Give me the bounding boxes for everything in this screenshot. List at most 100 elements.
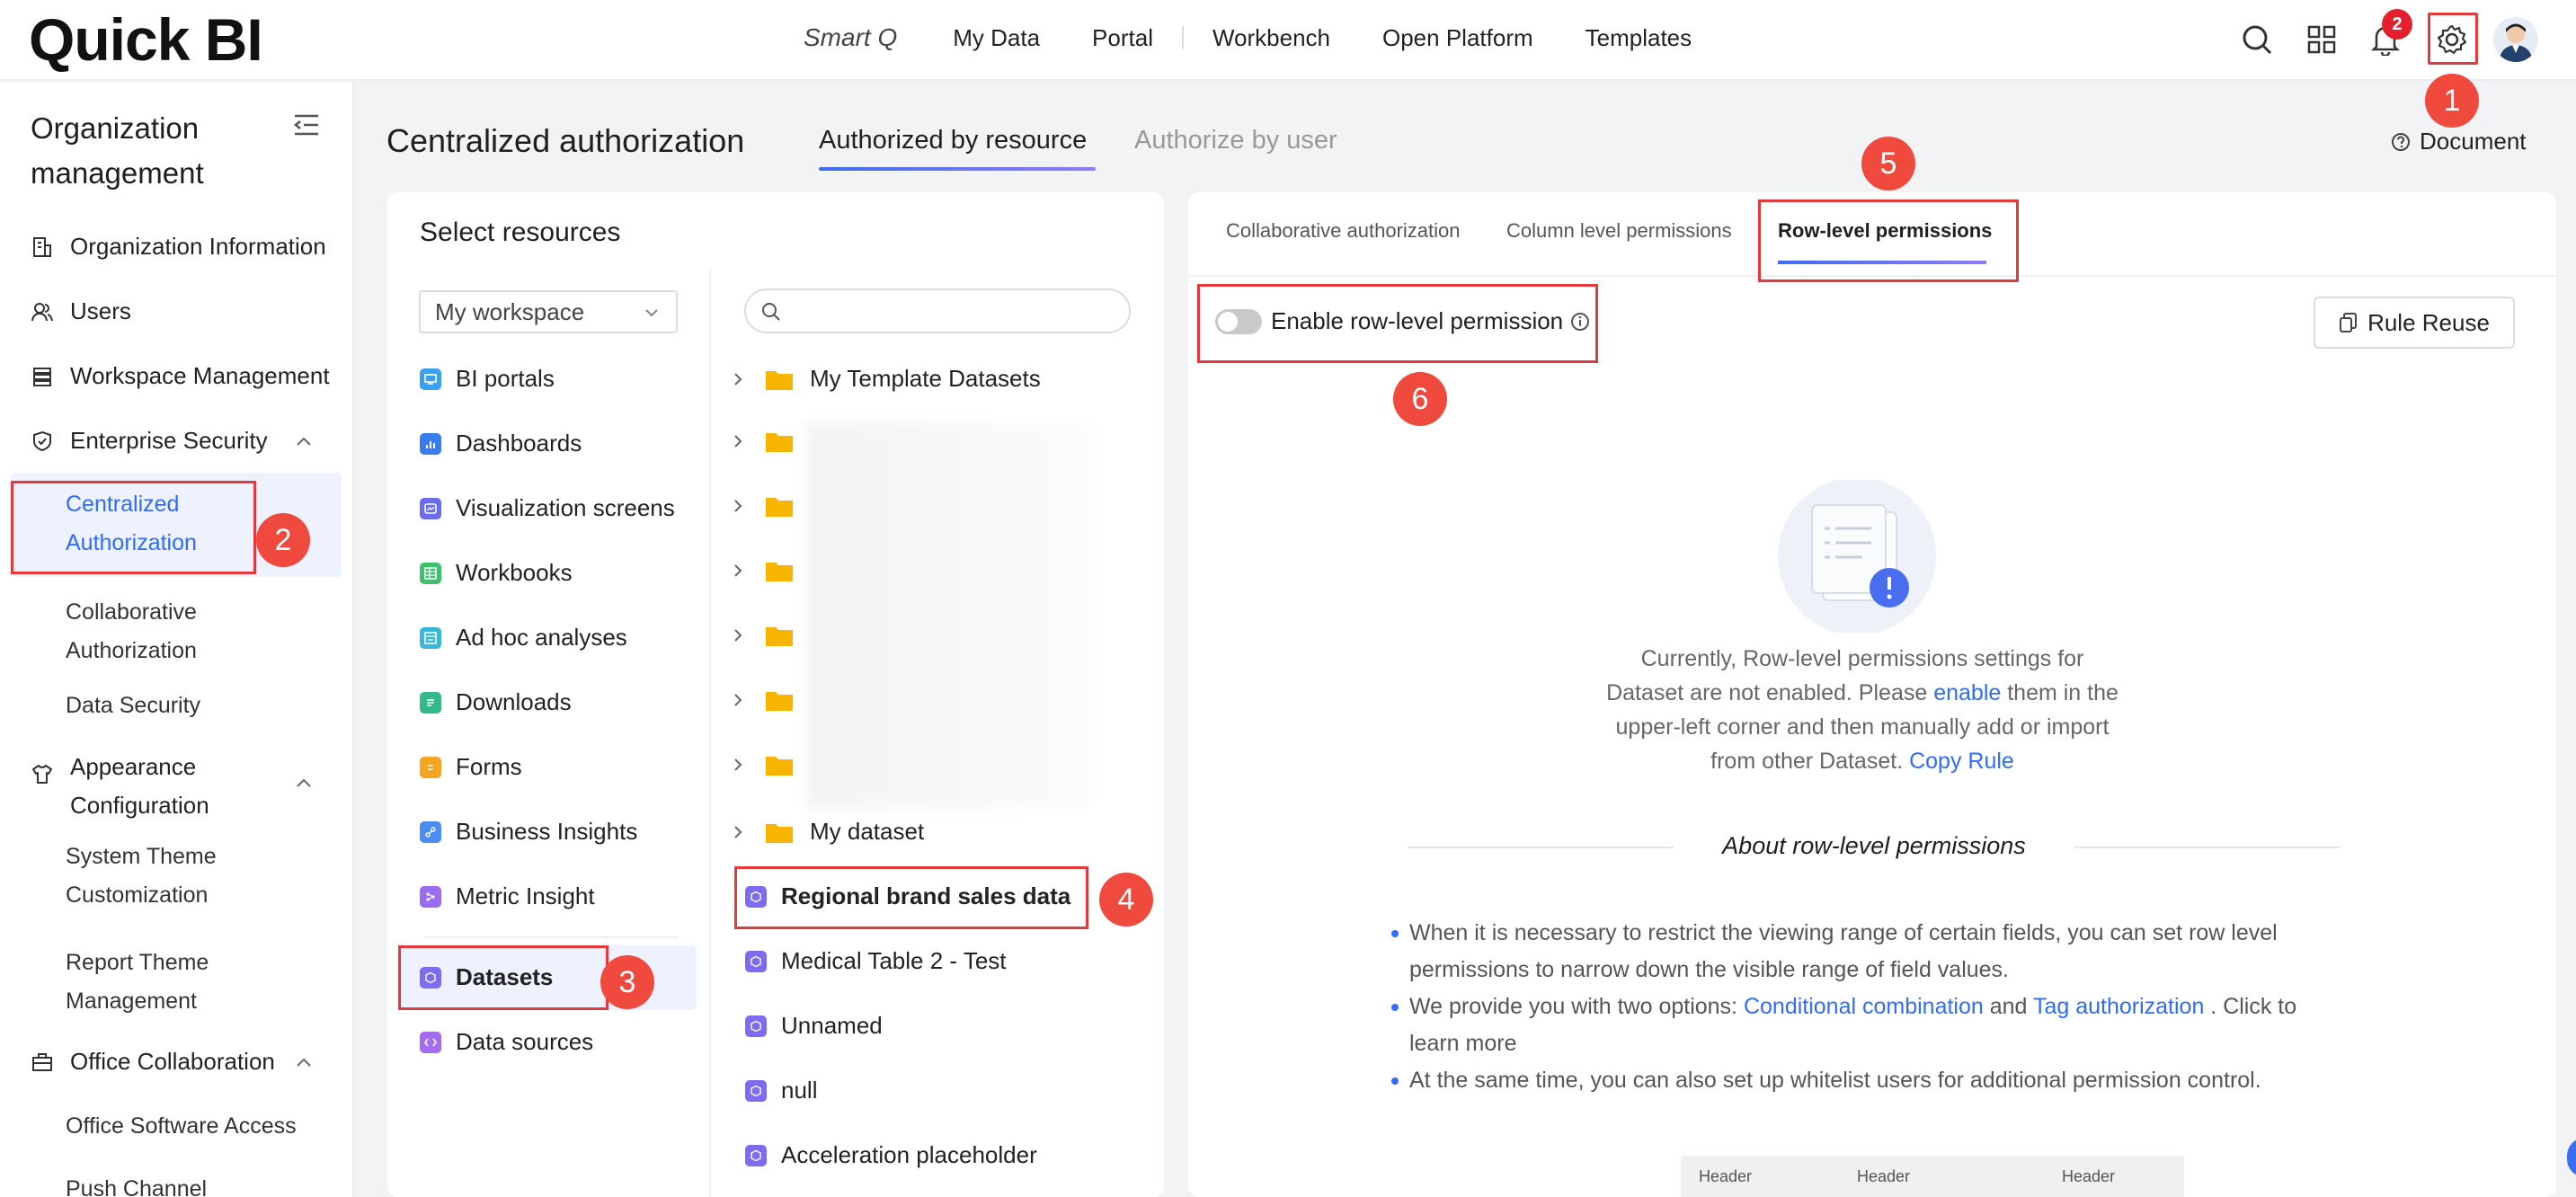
sidebar-item-organization-information[interactable]: Organization Information: [31, 233, 326, 261]
folder-row[interactable]: [727, 559, 810, 582]
callout-marker-6: 6: [1393, 372, 1447, 426]
chevron-right-icon[interactable]: [727, 754, 749, 776]
resource-type-dashboards[interactable]: Dashboards: [420, 430, 582, 457]
resource-type-label: Visualization screens: [456, 494, 675, 521]
conditional-combination-link[interactable]: Conditional combination: [1744, 994, 1984, 1019]
sidebar-item-enterprise-security[interactable]: Enterprise Security: [31, 427, 268, 455]
folder-icon: [766, 498, 793, 517]
dataset-row[interactable]: Medical Table 2 - Test: [745, 947, 1007, 975]
nav-portal[interactable]: Portal: [1092, 24, 1153, 52]
folder-row[interactable]: [727, 624, 810, 647]
chevron-up-icon[interactable]: [295, 433, 313, 451]
bullet-text: At the same time, you can also set up wh…: [1409, 1068, 2261, 1093]
empty-line-1: Currently, Row-level permissions setting…: [1640, 646, 2084, 671]
folder-icon: [766, 563, 793, 581]
subtab-column-level-permissions[interactable]: Column level permissions: [1506, 219, 1732, 243]
dataset-label: Unnamed: [781, 1012, 883, 1039]
blurred-folder-names: [806, 422, 1090, 809]
enable-link[interactable]: enable: [1933, 680, 2001, 705]
empty-state-illustration: [1778, 480, 1936, 633]
chevron-right-icon[interactable]: [727, 821, 749, 843]
nav-workbench[interactable]: Workbench: [1212, 24, 1330, 52]
folder-row[interactable]: [727, 688, 810, 712]
chevron-right-icon[interactable]: [727, 560, 749, 581]
chevron-up-icon[interactable]: [295, 1054, 313, 1072]
tab-authorized-by-resource[interactable]: Authorized by resource: [819, 126, 1087, 155]
datasets-highlight-box: [398, 945, 608, 1010]
resource-type-business-insights[interactable]: Business Insights: [420, 818, 637, 846]
resource-type-visualization-screens[interactable]: Visualization screens: [420, 494, 675, 522]
resource-type-ad-hoc-analyses[interactable]: Ad hoc analyses: [420, 624, 627, 652]
sidebar-item-users[interactable]: Users: [31, 297, 131, 325]
sidebar-item-push-channel[interactable]: Push Channel: [66, 1170, 326, 1197]
workspace-select-value: My workspace: [435, 298, 585, 325]
chevron-right-icon[interactable]: [727, 368, 749, 390]
resource-type-data-sources[interactable]: Data sources: [420, 1028, 593, 1056]
folder-row[interactable]: My Template Datasets: [727, 365, 1041, 393]
bullet-text: When it is necessary to restrict the vie…: [1409, 920, 2278, 982]
copy-icon: [2340, 313, 2358, 332]
avatar[interactable]: [2493, 17, 2538, 62]
dataset-row[interactable]: Acceleration placeholder: [745, 1141, 1037, 1169]
chevron-right-icon[interactable]: [727, 689, 749, 711]
chevron-right-icon[interactable]: [727, 625, 749, 646]
sidebar-item-appearance-configuration[interactable]: Appearance Configuration: [31, 748, 250, 825]
nav-open-platform[interactable]: Open Platform: [1382, 24, 1533, 52]
workspace-select[interactable]: My workspace: [419, 290, 678, 333]
sidebar-item-data-security[interactable]: Data Security: [66, 687, 326, 725]
resource-type-downloads[interactable]: Downloads: [420, 688, 572, 716]
chevron-up-icon[interactable]: [295, 775, 313, 793]
subtab-collaborative-authorization[interactable]: Collaborative authorization: [1226, 219, 1461, 243]
folder-icon: [766, 370, 793, 390]
dataset-label: Acceleration placeholder: [781, 1141, 1037, 1168]
folder-icon: [766, 823, 793, 843]
resource-type-divider: [423, 936, 679, 938]
bullet-text: and: [1983, 994, 2033, 1019]
chevron-down-icon: [645, 309, 658, 317]
resource-type-bi-portals[interactable]: BI portals: [420, 365, 555, 393]
chevron-right-icon[interactable]: [727, 430, 749, 452]
select-resources-title: Select resources: [420, 217, 621, 247]
rule-reuse-button[interactable]: Rule Reuse: [2314, 297, 2515, 349]
resource-type-workbooks[interactable]: Workbooks: [420, 559, 573, 587]
data-source-icon: [420, 1031, 441, 1053]
callout-marker-3: 3: [600, 955, 654, 1009]
dataset-row[interactable]: Unnamed: [745, 1012, 883, 1040]
folder-row[interactable]: [727, 494, 810, 518]
sidebar-item-collaborative-authorization[interactable]: Collaborative Authorization: [66, 593, 245, 670]
folder-row[interactable]: [727, 753, 810, 776]
dataset-label: Medical Table 2 - Test: [781, 947, 1007, 974]
document-link[interactable]: Document: [2391, 128, 2527, 155]
tag-authorization-link[interactable]: Tag authorization: [2033, 994, 2204, 1019]
sidebar-item-workspace-management[interactable]: Workspace Management: [31, 362, 330, 390]
folder-row[interactable]: My dataset: [727, 818, 924, 846]
empty-line-3: upper-left corner and then manually add …: [1615, 714, 2110, 740]
collapse-sidebar-icon[interactable]: [293, 113, 320, 141]
quick-bi-logo[interactable]: Quick BI: [29, 5, 263, 74]
search-icon[interactable]: [2237, 20, 2277, 59]
about-bullet-3: At the same time, you can also set up wh…: [1391, 1062, 2335, 1099]
sidebar-item-office-collaboration[interactable]: Office Collaboration: [31, 1048, 275, 1076]
floating-help-button[interactable]: [2567, 1138, 2576, 1177]
top-nav: Smart Q My Data Portal Workbench Open Pl…: [804, 23, 1744, 52]
chevron-right-icon[interactable]: [727, 495, 749, 517]
bullet-dot: [1391, 1004, 1399, 1011]
resource-type-metric-insight[interactable]: Metric Insight: [420, 882, 595, 910]
nav-templates[interactable]: Templates: [1586, 24, 1692, 52]
apps-grid-icon[interactable]: [2302, 20, 2341, 59]
copy-rule-link[interactable]: Copy Rule: [1909, 749, 2014, 774]
empty-line-2: Dataset are not enabled. Please enable t…: [1584, 676, 2141, 710]
sidebar: Organization management Organization Inf…: [0, 83, 354, 1197]
nav-my-data[interactable]: My Data: [953, 24, 1040, 52]
sidebar-item-report-theme-management[interactable]: Report Theme Management: [66, 944, 245, 1021]
dataset-row[interactable]: null: [745, 1077, 817, 1104]
resource-type-forms[interactable]: Forms: [420, 753, 522, 781]
folder-row[interactable]: [727, 430, 810, 453]
folder-icon: [766, 627, 793, 646]
resource-search-input[interactable]: [744, 288, 1131, 333]
search-icon: [762, 303, 780, 321]
nav-smart-q[interactable]: Smart Q: [804, 23, 897, 52]
sidebar-item-system-theme-customization[interactable]: System Theme Customization: [66, 838, 245, 915]
sidebar-item-office-software-access[interactable]: Office Software Access: [66, 1107, 326, 1146]
tab-authorize-by-user[interactable]: Authorize by user: [1134, 126, 1337, 155]
